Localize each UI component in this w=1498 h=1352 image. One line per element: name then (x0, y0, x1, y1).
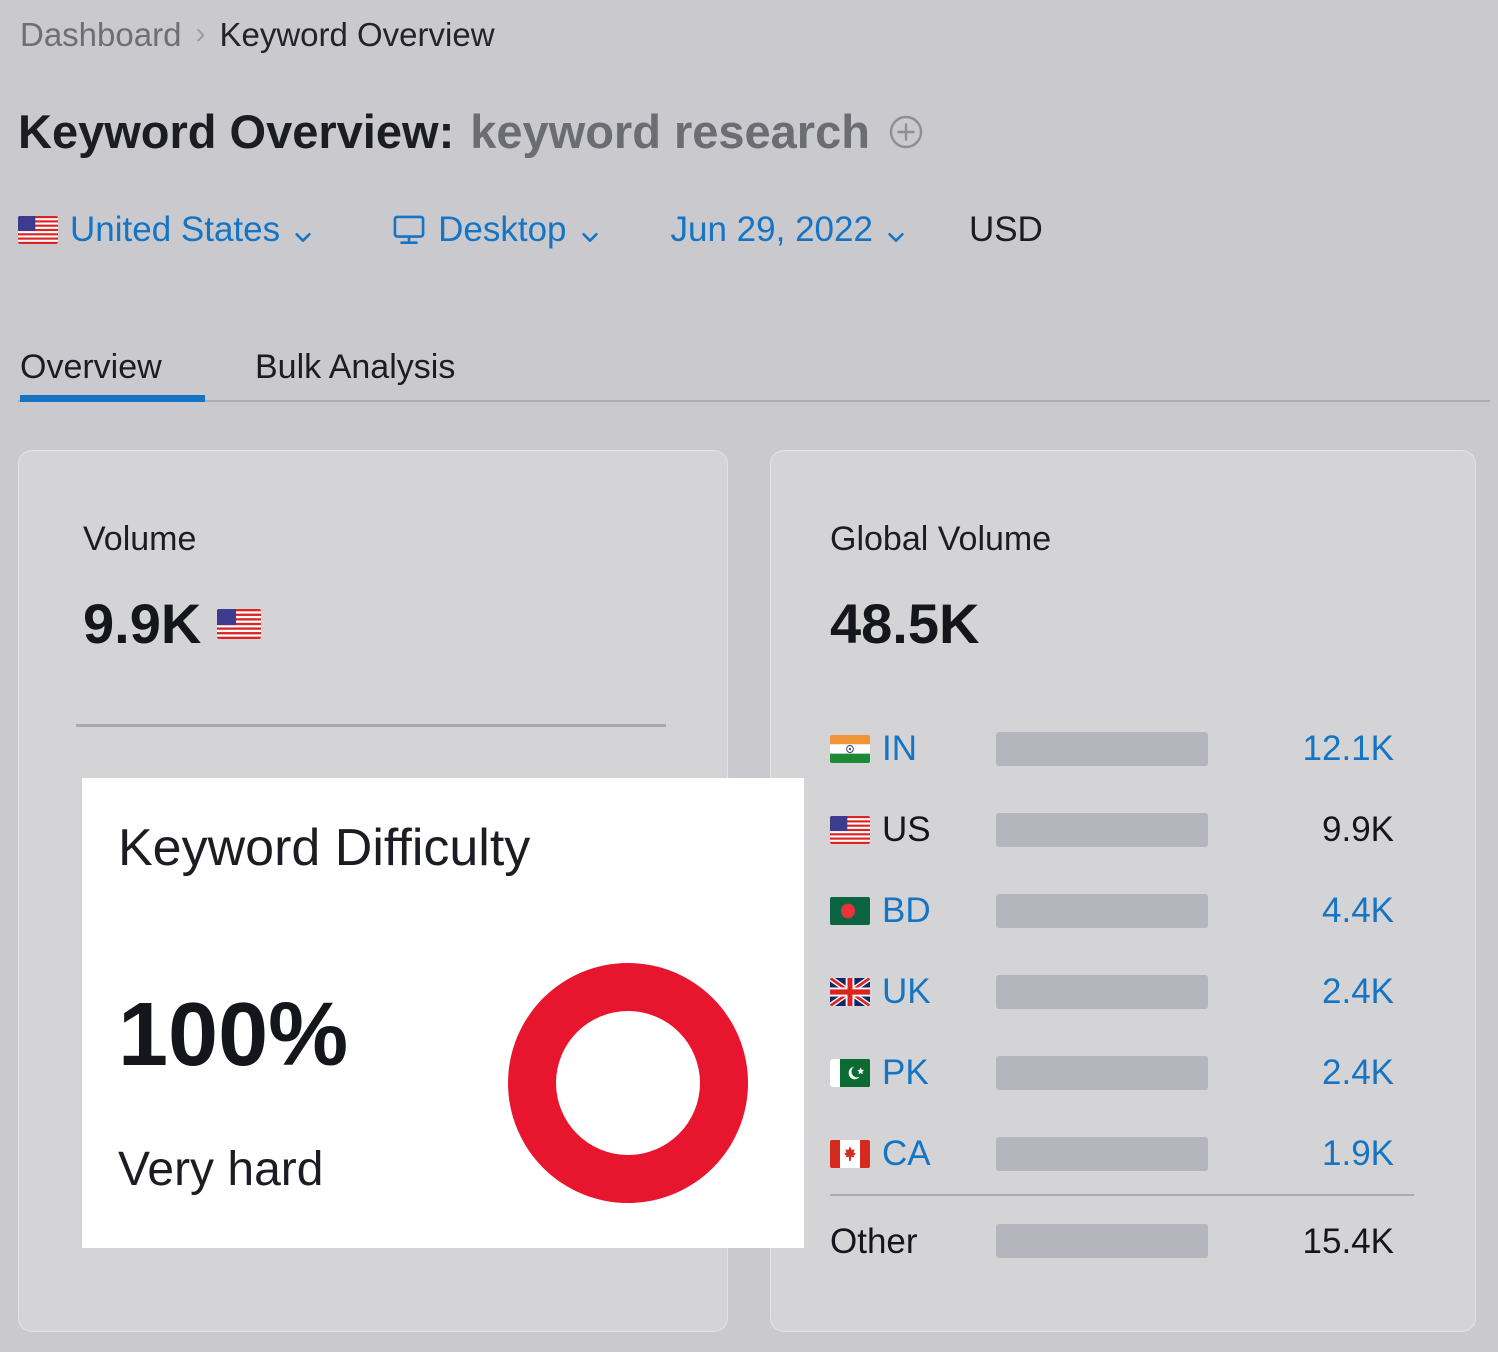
country-flag-wrap (830, 1139, 882, 1168)
in-flag-icon (830, 734, 870, 763)
chevron-down-icon (885, 219, 907, 242)
country-row[interactable]: UK 2.4K (830, 951, 1420, 1032)
tab-bulk-analysis[interactable]: Bulk Analysis (255, 350, 455, 384)
keyword-difficulty-percent: 100% (118, 985, 349, 1085)
country-code: UK (882, 972, 931, 1011)
country-volume-bar (996, 812, 1208, 847)
country-volume-value: 4.4K (1322, 891, 1394, 930)
country-row[interactable]: CA 1.9K (830, 1113, 1420, 1194)
breadcrumb: Dashboard › Keyword Overview (20, 18, 495, 51)
country-breakdown-list: IN 12.1K US 9.9K BD 4.4K UK 2.4K PK 2.4K CA 1.9K (830, 708, 1420, 1194)
country-volume-value: 1.9K (1322, 1134, 1394, 1173)
country-code: PK (882, 1053, 929, 1092)
volume-card-label: Volume (83, 520, 197, 558)
keyword-difficulty-card: Keyword Difficulty 100% Very hard (82, 778, 804, 1248)
other-row-divider (830, 1194, 1414, 1196)
volume-card-value: 9.9K (83, 592, 202, 655)
country-code: CA (882, 1134, 931, 1173)
country-row[interactable]: US 9.9K (830, 789, 1420, 870)
country-volume-bar (996, 1136, 1208, 1171)
country-volume-value: 2.4K (1322, 1053, 1394, 1092)
chevron-down-icon (579, 219, 601, 242)
global-volume-card: Global Volume 48.5K IN 12.1K US 9.9K BD 4.4K U… (770, 450, 1476, 1332)
country-volume-value: 2.4K (1322, 972, 1394, 1011)
country-volume-value: 12.1K (1302, 729, 1394, 768)
country-filter[interactable]: United States (18, 212, 314, 247)
country-row-other-label: Other (830, 1221, 918, 1261)
breadcrumb-current: Keyword Overview (219, 16, 495, 53)
global-volume-label: Global Volume (830, 520, 1052, 558)
volume-card-divider (76, 724, 666, 727)
country-flag-wrap (830, 896, 882, 925)
monitor-icon (392, 215, 426, 245)
country-filter-label: United States (70, 210, 281, 249)
country-code: IN (882, 729, 917, 768)
country-volume-bar (996, 893, 1208, 928)
bd-flag-icon (830, 896, 870, 925)
currency-label: USD (969, 212, 1043, 247)
chevron-down-icon (292, 219, 314, 242)
page-title-label: Keyword Overview: (18, 105, 455, 158)
page-title-keyword: keyword research (470, 105, 870, 158)
breadcrumb-separator-icon: › (195, 16, 206, 50)
device-filter[interactable]: Desktop (392, 212, 600, 247)
us-flag-icon (217, 609, 262, 639)
country-row-other-bar (996, 1224, 1208, 1258)
tab-bar: Overview Bulk Analysis (0, 330, 1498, 402)
country-volume-bar (996, 731, 1208, 766)
country-volume-bar (996, 1055, 1208, 1090)
country-flag-wrap (830, 734, 882, 763)
country-row-other[interactable]: Other 15.4K (830, 1210, 1420, 1272)
tab-bar-rule (18, 400, 1490, 402)
country-row[interactable]: IN 12.1K (830, 708, 1420, 789)
plus-circle-icon[interactable] (888, 114, 924, 150)
country-row-other-value: 15.4K (1302, 1221, 1394, 1261)
country-flag-wrap (830, 815, 882, 844)
us-flag-icon (18, 215, 58, 244)
country-code: BD (882, 891, 931, 930)
country-flag-wrap (830, 977, 882, 1006)
country-flag-wrap (830, 1058, 882, 1087)
country-row[interactable]: PK 2.4K (830, 1032, 1420, 1113)
country-row[interactable]: BD 4.4K (830, 870, 1420, 951)
currency-value: USD (968, 210, 1043, 249)
keyword-difficulty-donut-gauge (508, 963, 748, 1203)
country-code: US (882, 810, 931, 849)
device-filter-label: Desktop (438, 210, 567, 249)
volume-card-value-row: 9.9K (83, 592, 262, 655)
us-flag-icon (830, 815, 870, 844)
filter-bar: United States Desktop Jun 29, 2022 USD (18, 212, 1043, 247)
country-volume-value: 9.9K (1322, 810, 1394, 849)
tab-overview[interactable]: Overview (20, 350, 162, 384)
keyword-difficulty-title: Keyword Difficulty (118, 819, 531, 877)
page-title: Keyword Overview: keyword research (18, 108, 924, 155)
country-volume-bar (996, 974, 1208, 1009)
uk-flag-icon (830, 977, 870, 1006)
global-volume-value: 48.5K (830, 592, 980, 655)
ca-flag-icon (830, 1139, 870, 1168)
date-filter[interactable]: Jun 29, 2022 (671, 212, 907, 247)
date-filter-label: Jun 29, 2022 (670, 210, 873, 249)
tab-active-indicator (20, 395, 205, 402)
breadcrumb-dashboard[interactable]: Dashboard (20, 18, 181, 51)
pk-flag-icon (830, 1058, 870, 1087)
keyword-difficulty-rating: Very hard (118, 1143, 324, 1196)
